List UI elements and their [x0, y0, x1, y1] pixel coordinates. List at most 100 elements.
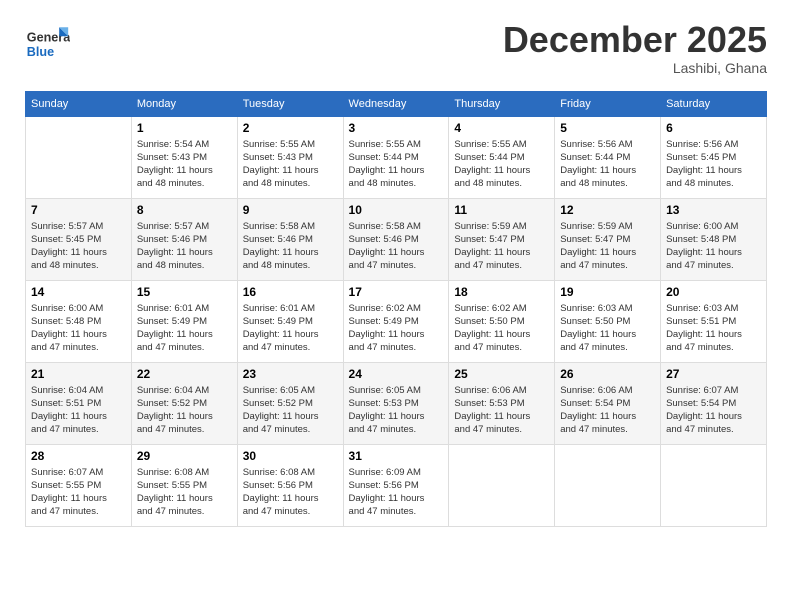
weekday-header-saturday: Saturday [661, 91, 767, 116]
calendar-cell: 4Sunrise: 5:55 AM Sunset: 5:44 PM Daylig… [449, 116, 555, 198]
day-number: 23 [243, 367, 338, 381]
weekday-header-monday: Monday [131, 91, 237, 116]
day-info: Sunrise: 6:07 AM Sunset: 5:55 PM Dayligh… [31, 466, 126, 519]
day-number: 11 [454, 203, 549, 217]
day-number: 29 [137, 449, 232, 463]
calendar-cell: 20Sunrise: 6:03 AM Sunset: 5:51 PM Dayli… [661, 280, 767, 362]
day-info: Sunrise: 5:56 AM Sunset: 5:44 PM Dayligh… [560, 138, 655, 191]
weekday-header-sunday: Sunday [26, 91, 132, 116]
calendar-cell [661, 444, 767, 526]
calendar-cell: 8 Sunrise: 5:57 AM Sunset: 5:46 PM Daylig… [131, 198, 237, 280]
day-info: Sunrise: 6:02 AM Sunset: 5:50 PM Dayligh… [454, 302, 549, 355]
week-row-4: 28 Sunrise: 6:07 AM Sunset: 5:55 PM Dayli… [26, 444, 767, 526]
day-number: 9 [243, 203, 338, 217]
header: General Blue December 2025 Lashibi, Ghan… [25, 20, 767, 76]
day-info: Sunrise: 5:59 AM Sunset: 5:47 PM Dayligh… [454, 220, 549, 273]
calendar-cell: 30 Sunrise: 6:08 AM Sunset: 5:56 PM Dayli… [237, 444, 343, 526]
calendar-cell: 22 Sunrise: 6:04 AM Sunset: 5:52 PM Dayli… [131, 362, 237, 444]
day-info: Sunrise: 6:06 AM Sunset: 5:53 PM Dayligh… [454, 384, 549, 437]
calendar-cell: 12Sunrise: 5:59 AM Sunset: 5:47 PM Dayli… [555, 198, 661, 280]
day-number: 27 [666, 367, 761, 381]
calendar-cell: 2 Sunrise: 5:55 AM Sunset: 5:43 PM Daylig… [237, 116, 343, 198]
week-row-1: 7Sunrise: 5:57 AM Sunset: 5:45 PM Daylig… [26, 198, 767, 280]
day-number: 2 [243, 121, 338, 135]
weekday-header-thursday: Thursday [449, 91, 555, 116]
day-info: Sunrise: 6:07 AM Sunset: 5:54 PM Dayligh… [666, 384, 761, 437]
weekday-header-wednesday: Wednesday [343, 91, 449, 116]
day-info: Sunrise: 6:03 AM Sunset: 5:51 PM Dayligh… [666, 302, 761, 355]
day-info: Sunrise: 6:03 AM Sunset: 5:50 PM Dayligh… [560, 302, 655, 355]
calendar-cell: 3Sunrise: 5:55 AM Sunset: 5:44 PM Daylig… [343, 116, 449, 198]
day-info: Sunrise: 5:55 AM Sunset: 5:43 PM Dayligh… [243, 138, 338, 191]
calendar-cell: 31Sunrise: 6:09 AM Sunset: 5:56 PM Dayli… [343, 444, 449, 526]
day-info: Sunrise: 6:02 AM Sunset: 5:49 PM Dayligh… [349, 302, 444, 355]
week-row-2: 14 Sunrise: 6:00 AM Sunset: 5:48 PM Dayli… [26, 280, 767, 362]
day-info: Sunrise: 6:05 AM Sunset: 5:52 PM Dayligh… [243, 384, 338, 437]
calendar-cell: 28 Sunrise: 6:07 AM Sunset: 5:55 PM Dayli… [26, 444, 132, 526]
weekday-header-friday: Friday [555, 91, 661, 116]
day-info: Sunrise: 6:01 AM Sunset: 5:49 PM Dayligh… [137, 302, 232, 355]
calendar-cell: 17 Sunrise: 6:02 AM Sunset: 5:49 PM Dayli… [343, 280, 449, 362]
calendar-cell: 13 Sunrise: 6:00 AM Sunset: 5:48 PM Dayli… [661, 198, 767, 280]
day-number: 5 [560, 121, 655, 135]
day-info: Sunrise: 5:54 AM Sunset: 5:43 PM Dayligh… [137, 138, 232, 191]
day-number: 22 [137, 367, 232, 381]
day-number: 14 [31, 285, 126, 299]
calendar-cell: 26 Sunrise: 6:06 AM Sunset: 5:54 PM Dayli… [555, 362, 661, 444]
week-row-0: 1 Sunrise: 5:54 AM Sunset: 5:43 PM Daylig… [26, 116, 767, 198]
day-number: 12 [560, 203, 655, 217]
day-number: 13 [666, 203, 761, 217]
day-number: 18 [454, 285, 549, 299]
day-number: 8 [137, 203, 232, 217]
calendar-cell: 5 Sunrise: 5:56 AM Sunset: 5:44 PM Daylig… [555, 116, 661, 198]
calendar-cell: 23 Sunrise: 6:05 AM Sunset: 5:52 PM Dayli… [237, 362, 343, 444]
day-info: Sunrise: 6:00 AM Sunset: 5:48 PM Dayligh… [666, 220, 761, 273]
page-container: General Blue December 2025 Lashibi, Ghan… [0, 0, 792, 542]
week-row-3: 21 Sunrise: 6:04 AM Sunset: 5:51 PM Dayli… [26, 362, 767, 444]
calendar-cell: 1 Sunrise: 5:54 AM Sunset: 5:43 PM Daylig… [131, 116, 237, 198]
day-number: 16 [243, 285, 338, 299]
calendar-cell: 18 Sunrise: 6:02 AM Sunset: 5:50 PM Dayli… [449, 280, 555, 362]
day-info: Sunrise: 6:08 AM Sunset: 5:56 PM Dayligh… [243, 466, 338, 519]
day-info: Sunrise: 5:58 AM Sunset: 5:46 PM Dayligh… [243, 220, 338, 273]
calendar-cell: 15 Sunrise: 6:01 AM Sunset: 5:49 PM Dayli… [131, 280, 237, 362]
day-number: 10 [349, 203, 444, 217]
day-number: 6 [666, 121, 761, 135]
calendar-cell: 9 Sunrise: 5:58 AM Sunset: 5:46 PM Daylig… [237, 198, 343, 280]
day-number: 4 [454, 121, 549, 135]
day-number: 17 [349, 285, 444, 299]
calendar-cell: 6 Sunrise: 5:56 AM Sunset: 5:45 PM Daylig… [661, 116, 767, 198]
calendar-cell: 11 Sunrise: 5:59 AM Sunset: 5:47 PM Dayli… [449, 198, 555, 280]
day-number: 1 [137, 121, 232, 135]
day-number: 3 [349, 121, 444, 135]
month-title: December 2025 [503, 20, 767, 60]
calendar-cell: 29Sunrise: 6:08 AM Sunset: 5:55 PM Dayli… [131, 444, 237, 526]
day-number: 24 [349, 367, 444, 381]
weekday-header-tuesday: Tuesday [237, 91, 343, 116]
day-info: Sunrise: 5:57 AM Sunset: 5:46 PM Dayligh… [137, 220, 232, 273]
day-info: Sunrise: 6:04 AM Sunset: 5:52 PM Dayligh… [137, 384, 232, 437]
title-block: December 2025 Lashibi, Ghana [503, 20, 767, 76]
calendar-cell [555, 444, 661, 526]
calendar-cell: 25 Sunrise: 6:06 AM Sunset: 5:53 PM Dayli… [449, 362, 555, 444]
day-number: 25 [454, 367, 549, 381]
day-number: 28 [31, 449, 126, 463]
calendar-cell: 7Sunrise: 5:57 AM Sunset: 5:45 PM Daylig… [26, 198, 132, 280]
day-number: 15 [137, 285, 232, 299]
day-info: Sunrise: 5:57 AM Sunset: 5:45 PM Dayligh… [31, 220, 126, 273]
calendar-cell: 27 Sunrise: 6:07 AM Sunset: 5:54 PM Dayli… [661, 362, 767, 444]
svg-text:Blue: Blue [27, 45, 54, 59]
day-info: Sunrise: 6:00 AM Sunset: 5:48 PM Dayligh… [31, 302, 126, 355]
day-number: 30 [243, 449, 338, 463]
location: Lashibi, Ghana [503, 60, 767, 76]
logo-icon: General Blue [25, 20, 70, 65]
day-number: 21 [31, 367, 126, 381]
calendar-cell: 16Sunrise: 6:01 AM Sunset: 5:49 PM Dayli… [237, 280, 343, 362]
logo: General Blue [25, 20, 70, 65]
day-info: Sunrise: 5:56 AM Sunset: 5:45 PM Dayligh… [666, 138, 761, 191]
calendar-cell [449, 444, 555, 526]
day-info: Sunrise: 6:06 AM Sunset: 5:54 PM Dayligh… [560, 384, 655, 437]
day-number: 26 [560, 367, 655, 381]
day-info: Sunrise: 5:58 AM Sunset: 5:46 PM Dayligh… [349, 220, 444, 273]
day-info: Sunrise: 6:04 AM Sunset: 5:51 PM Dayligh… [31, 384, 126, 437]
